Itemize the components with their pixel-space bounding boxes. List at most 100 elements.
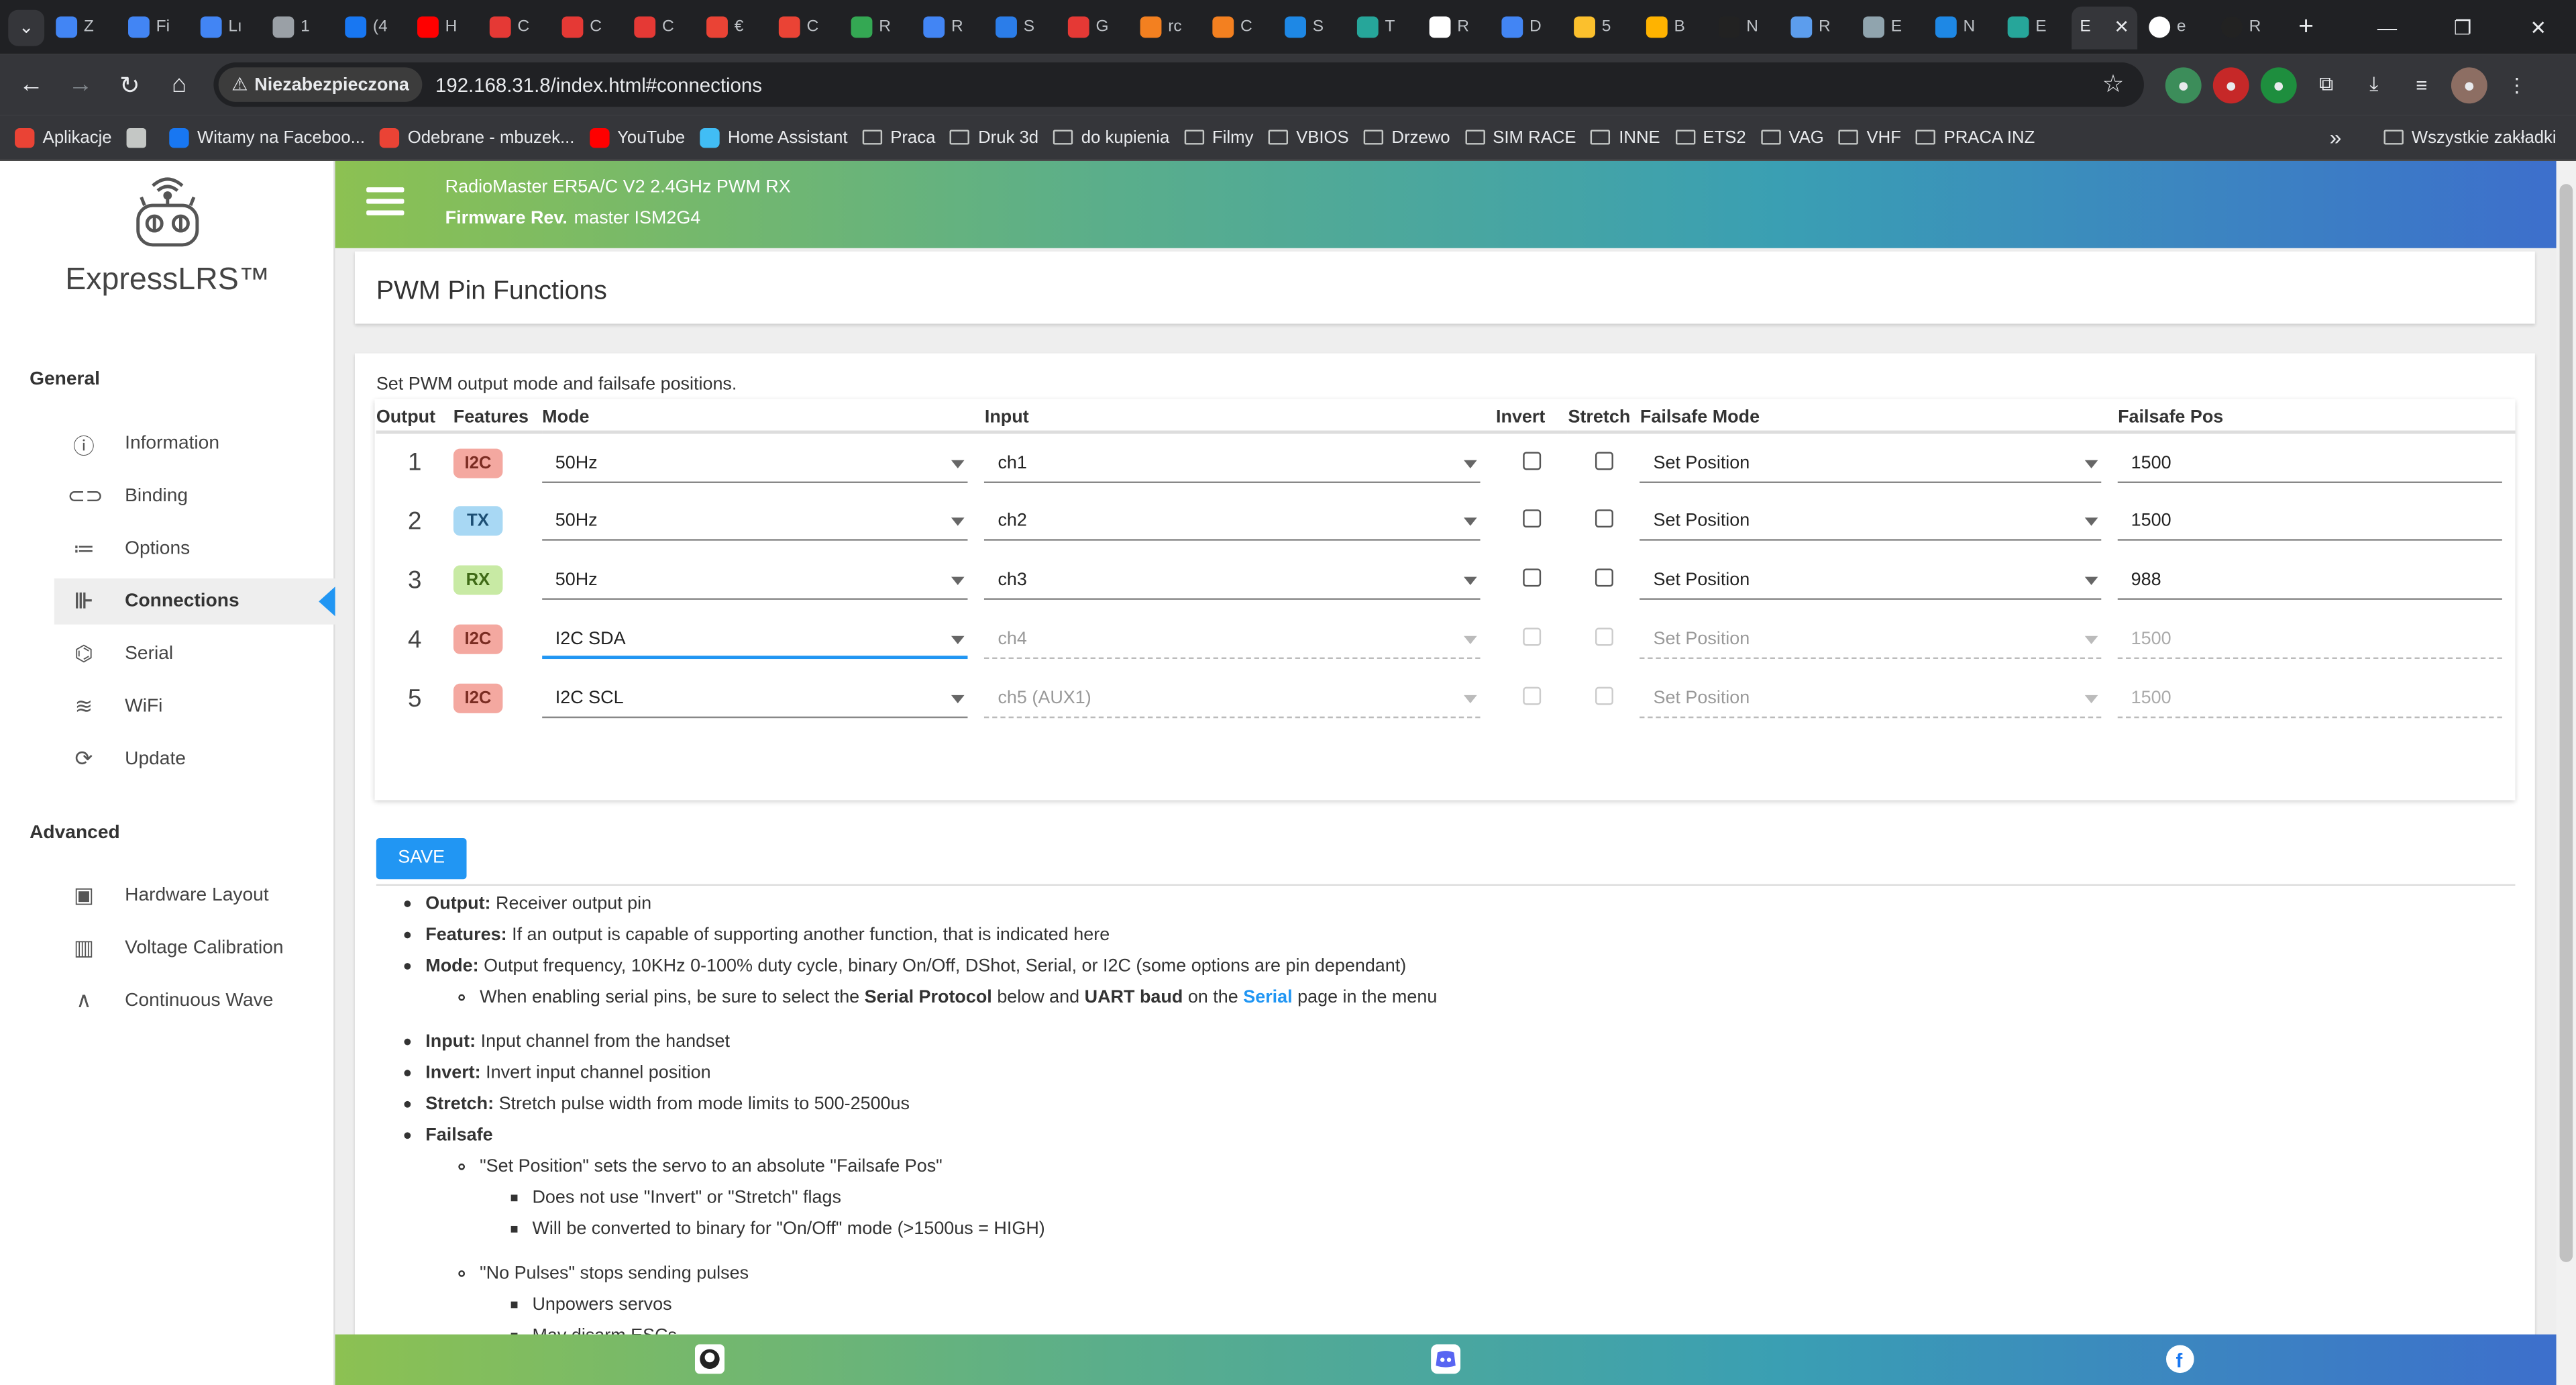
stretch-checkbox[interactable] bbox=[1595, 451, 1613, 470]
input-select[interactable]: ch1 bbox=[984, 443, 1480, 482]
browser-tab[interactable]: N bbox=[1927, 6, 1996, 49]
bookmark-item[interactable]: Witamy na Faceboo... bbox=[169, 127, 365, 148]
facebook-icon[interactable]: f bbox=[2165, 1344, 2195, 1374]
browser-tab[interactable]: H bbox=[409, 6, 478, 49]
all-bookmarks[interactable]: Wszystkie zakładki bbox=[2383, 127, 2557, 147]
mode-select[interactable]: 50Hz bbox=[542, 560, 969, 600]
mode-select[interactable]: I2C SCL bbox=[542, 678, 969, 719]
bookmark-item[interactable]: ETS2 bbox=[1674, 127, 1746, 147]
extensions-puzzle-icon[interactable]: ⧉ bbox=[2308, 66, 2345, 103]
browser-tab[interactable]: N bbox=[1710, 6, 1779, 49]
browser-tab-active[interactable]: E ✕ bbox=[2072, 5, 2138, 49]
reload-icon[interactable]: ↻ bbox=[105, 70, 154, 100]
input-select[interactable]: ch2 bbox=[984, 501, 1480, 541]
downloads-icon[interactable]: ⤓ bbox=[2356, 66, 2392, 103]
bookmarks-overflow-icon[interactable]: » bbox=[2330, 125, 2342, 150]
tab-close-icon[interactable]: ✕ bbox=[2114, 16, 2129, 38]
sidebar-item-information[interactable]: ⓘ Information bbox=[54, 421, 335, 467]
bookmark-item[interactable]: Aplikacje bbox=[15, 127, 112, 148]
invert-checkbox[interactable] bbox=[1523, 568, 1542, 587]
browser-tab[interactable]: C bbox=[771, 6, 840, 49]
stretch-checkbox[interactable] bbox=[1595, 509, 1613, 528]
chrome-menu-icon[interactable]: ⋮ bbox=[2499, 66, 2535, 103]
bookmark-star-icon[interactable]: ☆ bbox=[2102, 69, 2125, 99]
browser-tab[interactable]: T bbox=[1349, 6, 1418, 49]
close-window-button[interactable]: ✕ bbox=[2500, 0, 2576, 54]
bookmark-item[interactable]: Druk 3d bbox=[950, 127, 1038, 147]
tab-search-button[interactable]: ⌄ bbox=[8, 9, 45, 46]
browser-tab[interactable]: Lı bbox=[193, 6, 262, 49]
invert-checkbox[interactable] bbox=[1523, 509, 1542, 528]
browser-tab[interactable]: R bbox=[843, 6, 912, 49]
bookmark-item[interactable]: do kupienia bbox=[1053, 127, 1169, 147]
browser-tab[interactable]: R bbox=[1782, 6, 1851, 49]
bookmark-item[interactable]: VAG bbox=[1760, 127, 1824, 147]
scrollbar-thumb[interactable] bbox=[2559, 184, 2573, 1262]
bookmark-item[interactable]: Drzewo bbox=[1363, 127, 1450, 147]
failsafe-pos-input[interactable]: 1500 bbox=[2118, 501, 2502, 541]
browser-tab[interactable]: D bbox=[1493, 6, 1562, 49]
failsafe-mode-select[interactable]: Set Position bbox=[1640, 560, 2102, 600]
invert-checkbox[interactable] bbox=[1523, 451, 1542, 470]
bookmark-item[interactable]: Odebrane - mbuzek... bbox=[380, 127, 574, 148]
save-button[interactable]: SAVE bbox=[376, 837, 467, 880]
profile-avatar[interactable]: ● bbox=[2451, 66, 2487, 103]
url-text[interactable]: 192.168.31.8/index.html#connections bbox=[435, 73, 762, 96]
browser-tab[interactable]: S bbox=[987, 6, 1057, 49]
browser-tab[interactable]: 1 bbox=[264, 6, 333, 49]
extension-green-icon[interactable]: ● bbox=[2260, 66, 2297, 103]
browser-tab[interactable]: G bbox=[1060, 6, 1129, 49]
browser-tab[interactable]: € bbox=[698, 6, 767, 49]
serial-link[interactable]: Serial bbox=[1243, 988, 1292, 1007]
media-icon[interactable]: ≡ bbox=[2404, 66, 2440, 103]
sidebar-item-continuous-wave[interactable]: ∧ Continuous Wave bbox=[54, 978, 335, 1024]
browser-tab[interactable]: S bbox=[1277, 6, 1346, 49]
browser-tab[interactable]: E bbox=[1999, 6, 2068, 49]
failsafe-mode-select[interactable]: Set Position bbox=[1640, 501, 2102, 541]
extension-globe-icon[interactable]: ● bbox=[2165, 66, 2202, 103]
stretch-checkbox[interactable] bbox=[1595, 568, 1613, 587]
browser-tab[interactable]: 5 bbox=[1566, 6, 1635, 49]
forward-icon[interactable]: → bbox=[56, 70, 105, 99]
mode-select[interactable]: 50Hz bbox=[542, 501, 969, 541]
browser-tab[interactable]: Fi bbox=[120, 6, 189, 49]
sidebar-item-binding[interactable]: ⊂⊃ Binding bbox=[54, 473, 335, 519]
mode-select[interactable]: 50Hz bbox=[542, 443, 969, 482]
new-tab-button[interactable]: + bbox=[2298, 12, 2314, 42]
bookmark-item[interactable] bbox=[126, 127, 155, 148]
discord-icon[interactable] bbox=[1431, 1344, 1461, 1374]
browser-tab[interactable]: Z bbox=[48, 6, 117, 49]
bookmark-item[interactable]: YouTube bbox=[589, 127, 685, 148]
sidebar-item-options[interactable]: ≔ Options bbox=[54, 526, 335, 572]
back-icon[interactable]: ← bbox=[7, 70, 56, 99]
sidebar-item-wifi[interactable]: ≋ WiFi bbox=[54, 684, 335, 730]
sidebar-item-serial[interactable]: ⌬ Serial bbox=[54, 631, 335, 677]
bookmark-item[interactable]: VBIOS bbox=[1268, 127, 1349, 147]
failsafe-pos-input[interactable]: 988 bbox=[2118, 560, 2502, 600]
page-scrollbar[interactable] bbox=[2556, 161, 2576, 1385]
sidebar-item-hardware-layout[interactable]: ▣ Hardware Layout bbox=[54, 872, 335, 919]
failsafe-mode-select[interactable]: Set Position bbox=[1640, 443, 2102, 482]
browser-tab[interactable]: R bbox=[915, 6, 984, 49]
bookmark-item[interactable]: PRACA INZ bbox=[1915, 127, 2035, 147]
sidebar-item-update[interactable]: ⟳ Update bbox=[54, 736, 335, 782]
browser-tab[interactable]: C bbox=[553, 6, 623, 49]
bookmark-item[interactable]: Home Assistant bbox=[700, 127, 848, 148]
browser-tab[interactable]: (4 bbox=[337, 6, 406, 49]
address-bar[interactable]: ⚠ Niezabezpieczona 192.168.31.8/index.ht… bbox=[213, 62, 2144, 107]
security-chip[interactable]: ⚠ Niezabezpieczona bbox=[218, 67, 423, 102]
github-icon[interactable] bbox=[694, 1344, 725, 1374]
hamburger-menu-icon[interactable] bbox=[366, 187, 405, 221]
mode-select[interactable]: I2C SDA bbox=[542, 619, 969, 660]
browser-tab[interactable]: E bbox=[1855, 6, 1924, 49]
browser-tab[interactable]: R bbox=[2213, 6, 2282, 49]
sidebar-item-connections[interactable]: ⊪ Connections bbox=[54, 578, 335, 625]
bookmark-item[interactable]: Filmy bbox=[1184, 127, 1253, 147]
browser-tab[interactable]: rc bbox=[1132, 6, 1201, 49]
failsafe-pos-input[interactable]: 1500 bbox=[2118, 443, 2502, 482]
browser-tab[interactable]: R bbox=[1421, 6, 1490, 49]
browser-tab[interactable]: B bbox=[1638, 6, 1707, 49]
browser-tab[interactable]: C bbox=[626, 6, 695, 49]
maximize-button[interactable]: ❐ bbox=[2425, 0, 2501, 54]
bookmark-item[interactable]: INNE bbox=[1591, 127, 1660, 147]
